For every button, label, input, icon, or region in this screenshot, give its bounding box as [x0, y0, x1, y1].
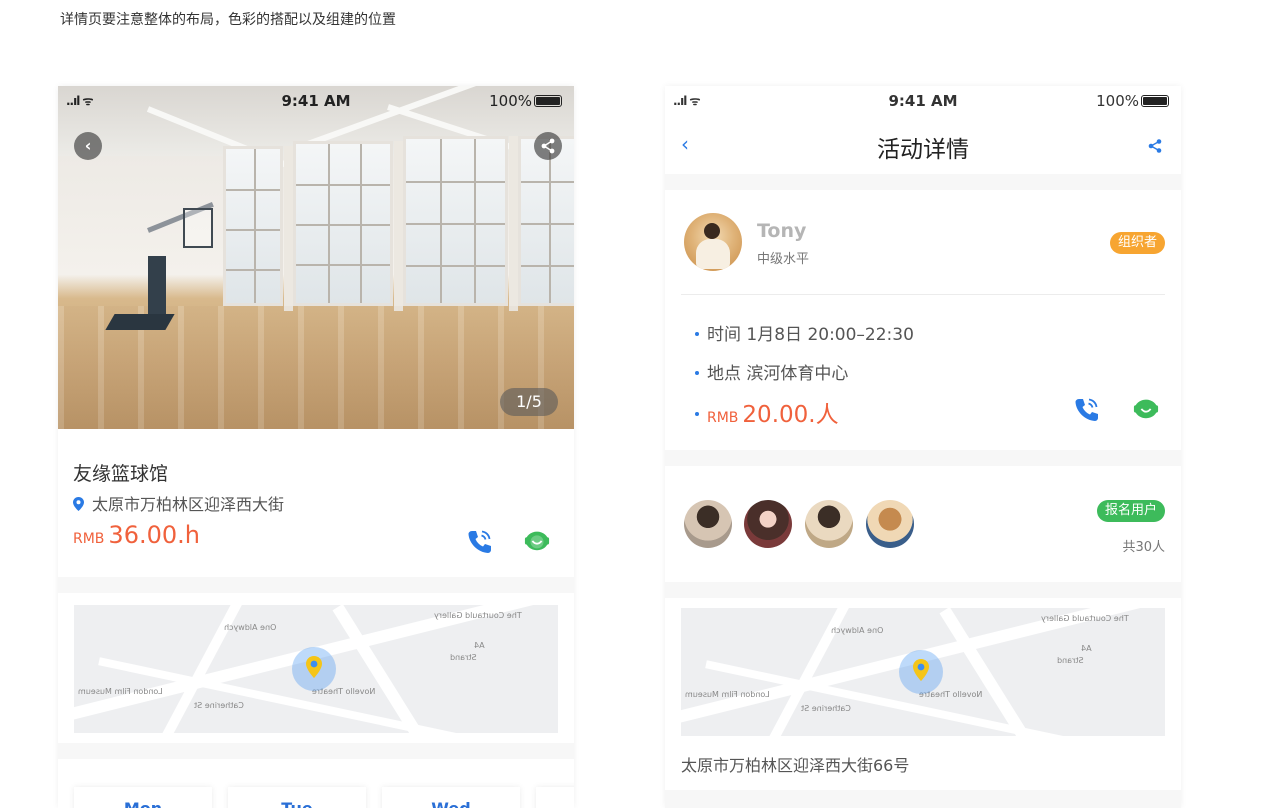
photo-pillar: [394, 141, 403, 311]
photo-window: [518, 136, 574, 306]
map-label: The Courtauld Gallery: [434, 611, 522, 620]
map-label: The Courtauld Gallery: [1041, 614, 1129, 623]
page-title: 活动详情: [877, 137, 969, 163]
venue-address-text: 太原市万柏林区迎泽西大街: [92, 495, 285, 514]
map-address: 太原市万柏林区迎泽西大街66号: [681, 756, 910, 775]
phone-icon[interactable]: [466, 528, 492, 554]
day-selector: Mon Tue Wed: [58, 759, 574, 808]
photo-window: [293, 141, 393, 306]
day-tab-more[interactable]: [536, 787, 574, 808]
avatar[interactable]: [744, 500, 792, 548]
share-icon[interactable]: [534, 132, 562, 160]
price-currency: RMB: [73, 531, 105, 547]
venue-photo[interactable]: ..ıl ᯤ 9:41 AM 100% ‹ 1/5: [58, 86, 574, 429]
map-marker-icon[interactable]: [292, 647, 336, 691]
avatar[interactable]: [866, 500, 914, 548]
back-icon[interactable]: ‹: [74, 132, 102, 160]
price-value: 20.00.人: [742, 402, 839, 428]
registered-users-count: 共30人: [1122, 540, 1165, 555]
day-tab-mon[interactable]: Mon: [74, 787, 212, 808]
venue-price: RMB 36.00.h: [73, 521, 200, 549]
map-label: A4: [474, 641, 485, 650]
photo-window: [403, 136, 508, 306]
day-tab-wed[interactable]: Wed: [382, 787, 520, 808]
registered-users-badge[interactable]: 报名用户: [1096, 500, 1165, 522]
photo-hoop-post: [148, 256, 166, 318]
photo-backboard: [183, 208, 213, 248]
map-label: Catherine St: [194, 701, 244, 710]
activity-price: RMB 20.00.人: [695, 395, 839, 429]
status-bar: ..ıl ᯤ 9:41 AM 100%: [665, 86, 1181, 116]
map-label: Strand: [1057, 656, 1084, 665]
activity-time-text: 时间 1月8日 20:00–22:30: [707, 325, 914, 345]
chat-icon[interactable]: [524, 527, 550, 553]
photo-pillar: [284, 146, 293, 311]
photo-hoop-base: [105, 314, 175, 330]
avatar[interactable]: [684, 213, 742, 271]
photo-window: [223, 146, 283, 306]
map-label: One Aldwych: [831, 626, 884, 635]
battery-icon: [534, 95, 562, 107]
map-label: A4: [1081, 644, 1092, 653]
price-currency: RMB: [707, 410, 739, 426]
status-bar: ..ıl ᯤ 9:41 AM 100%: [58, 86, 574, 116]
chat-icon[interactable]: [1133, 395, 1159, 421]
activity-map-card: One Aldwych The Courtauld Gallery London…: [665, 598, 1181, 790]
battery-percent: 100%: [489, 92, 532, 110]
venue-name: 友缘篮球馆: [73, 463, 169, 485]
map-marker-icon[interactable]: [899, 650, 943, 694]
activity-map[interactable]: One Aldwych The Courtauld Gallery London…: [681, 608, 1165, 736]
map-label: London Film Museum: [78, 687, 163, 696]
battery-percent: 100%: [1096, 92, 1139, 110]
activity-time: 时间 1月8日 20:00–22:30: [695, 320, 914, 345]
location-pin-icon: [73, 497, 84, 511]
battery-icon: [1141, 95, 1169, 107]
venue-address: 太原市万柏林区迎泽西大街: [73, 491, 284, 515]
activity-place: 地点 滨河体育中心: [695, 359, 848, 384]
avatar[interactable]: [805, 500, 853, 548]
phone-venue-detail: ..ıl ᯤ 9:41 AM 100% ‹ 1/5 友缘篮球馆 太原市万柏林区迎…: [58, 86, 574, 808]
share-icon[interactable]: [1147, 138, 1163, 154]
organizer-level: 中级水平: [757, 252, 810, 267]
registered-users-card: 报名用户 共30人: [665, 466, 1181, 582]
map-label: One Aldwych: [224, 623, 277, 632]
day-tab-tue[interactable]: Tue: [228, 787, 366, 808]
divider: [681, 294, 1165, 295]
venue-map-card: One Aldwych The Courtauld Gallery London…: [58, 593, 574, 743]
organizer-badge: 组织者: [1109, 232, 1165, 254]
nav-bar: ..ıl ᯤ 9:41 AM 100% ‹ 活动详情: [665, 86, 1181, 174]
photo-pillar: [509, 136, 518, 311]
organizer-card: Tony 中级水平 组织者 时间 1月8日 20:00–22:30 地点 滨河体…: [665, 190, 1181, 450]
venue-map[interactable]: One Aldwych The Courtauld Gallery London…: [74, 605, 558, 733]
phone-activity-detail: ..ıl ᯤ 9:41 AM 100% ‹ 活动详情 Tony 中级水平 组织者…: [665, 86, 1181, 808]
map-label: Strand: [450, 653, 477, 662]
avatar[interactable]: [684, 500, 732, 548]
phone-icon[interactable]: [1073, 396, 1099, 422]
map-label: London Film Museum: [685, 690, 770, 699]
organizer-name: Tony: [757, 220, 807, 242]
page-caption: 详情页要注意整体的布局，色彩的搭配以及组建的位置: [60, 12, 396, 28]
price-value: 36.00.h: [108, 521, 200, 549]
image-counter: 1/5: [500, 388, 558, 416]
activity-place-text: 地点 滨河体育中心: [707, 364, 849, 384]
map-label: Catherine St: [801, 704, 851, 713]
venue-info-card: 友缘篮球馆 太原市万柏林区迎泽西大街 RMB 36.00.h: [58, 429, 574, 577]
